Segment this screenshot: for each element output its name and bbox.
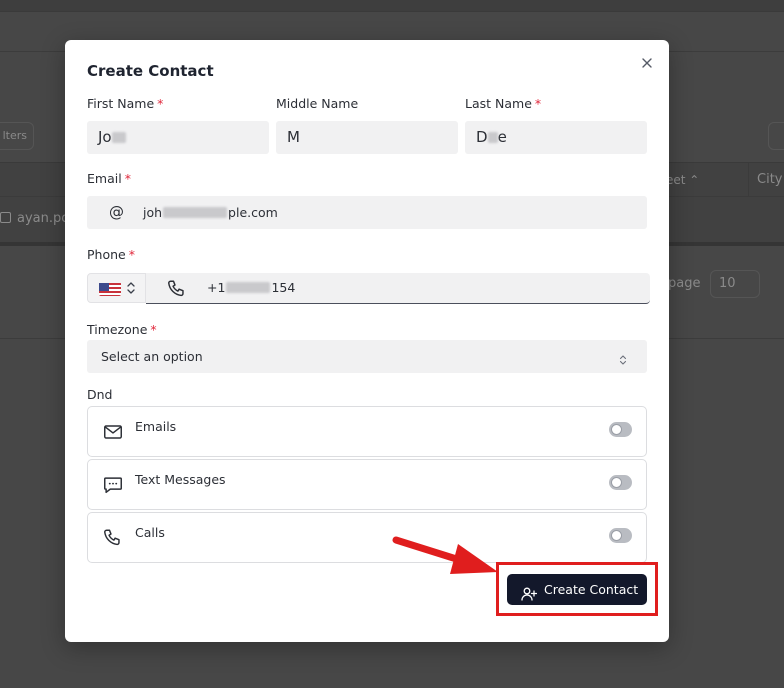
dnd-item-calls: Calls	[87, 512, 647, 563]
modal-title: Create Contact	[87, 62, 214, 80]
first-name-input[interactable]: Jo	[87, 121, 269, 154]
background-topbar	[0, 0, 784, 12]
phone-icon	[166, 278, 188, 300]
create-contact-label: Create Contact	[544, 582, 639, 597]
middle-name-label: Middle Name	[276, 96, 359, 111]
us-flag-icon	[99, 282, 121, 296]
mail-icon	[0, 212, 11, 223]
dnd-item-text-messages: Text Messages	[87, 459, 647, 510]
dnd-emails-toggle[interactable]	[609, 422, 632, 437]
email-label: Email *	[87, 171, 131, 186]
country-code-select[interactable]	[87, 273, 146, 303]
timezone-select[interactable]: Select an option	[87, 340, 647, 373]
background-perpage-label: page	[668, 276, 701, 291]
dnd-calls-toggle[interactable]	[609, 528, 632, 543]
timezone-label: Timezone *	[87, 322, 157, 337]
dnd-item-label: Text Messages	[135, 472, 226, 487]
message-icon	[102, 474, 124, 496]
email-input[interactable]: @ joh ple.com	[87, 196, 647, 229]
create-contact-modal: Create Contact First Name * Jo Middle Nam…	[65, 40, 669, 642]
phone-input[interactable]: +1 154	[146, 273, 650, 304]
dnd-item-label: Calls	[135, 525, 165, 540]
redacted-text	[163, 207, 228, 218]
dnd-item-emails: Emails	[87, 406, 647, 457]
close-icon[interactable]	[638, 54, 656, 72]
last-name-input[interactable]: De	[465, 121, 647, 154]
background-row-email: ayan.po	[0, 211, 69, 226]
phone-label: Phone *	[87, 247, 135, 262]
chevron-updown-icon	[126, 280, 136, 296]
last-name-label: Last Name *	[465, 96, 542, 111]
background-filters-button: lters	[0, 122, 34, 150]
redacted-text	[111, 132, 126, 143]
redacted-text	[226, 282, 271, 293]
user-plus-icon	[521, 582, 538, 601]
middle-name-input[interactable]: M	[276, 121, 458, 154]
at-icon: @	[109, 203, 124, 221]
chevron-updown-icon	[619, 351, 627, 365]
create-contact-button[interactable]: Create Contact	[507, 574, 647, 605]
redacted-text	[487, 132, 498, 143]
dnd-label: Dnd	[87, 387, 113, 402]
background-street-column: eet ⌃	[666, 173, 700, 187]
dnd-item-label: Emails	[135, 419, 177, 434]
phone-icon	[102, 527, 124, 549]
phone-value: +1 154	[207, 280, 296, 295]
first-name-label: First Name *	[87, 96, 164, 111]
background-city-column: City	[748, 163, 782, 197]
dnd-text-messages-toggle[interactable]	[609, 475, 632, 490]
background-toolbar-button	[768, 122, 784, 150]
mail-icon	[102, 421, 124, 443]
email-value: joh ple.com	[143, 205, 278, 220]
background-perpage-select: 10	[710, 270, 760, 298]
timezone-placeholder: Select an option	[101, 349, 203, 364]
